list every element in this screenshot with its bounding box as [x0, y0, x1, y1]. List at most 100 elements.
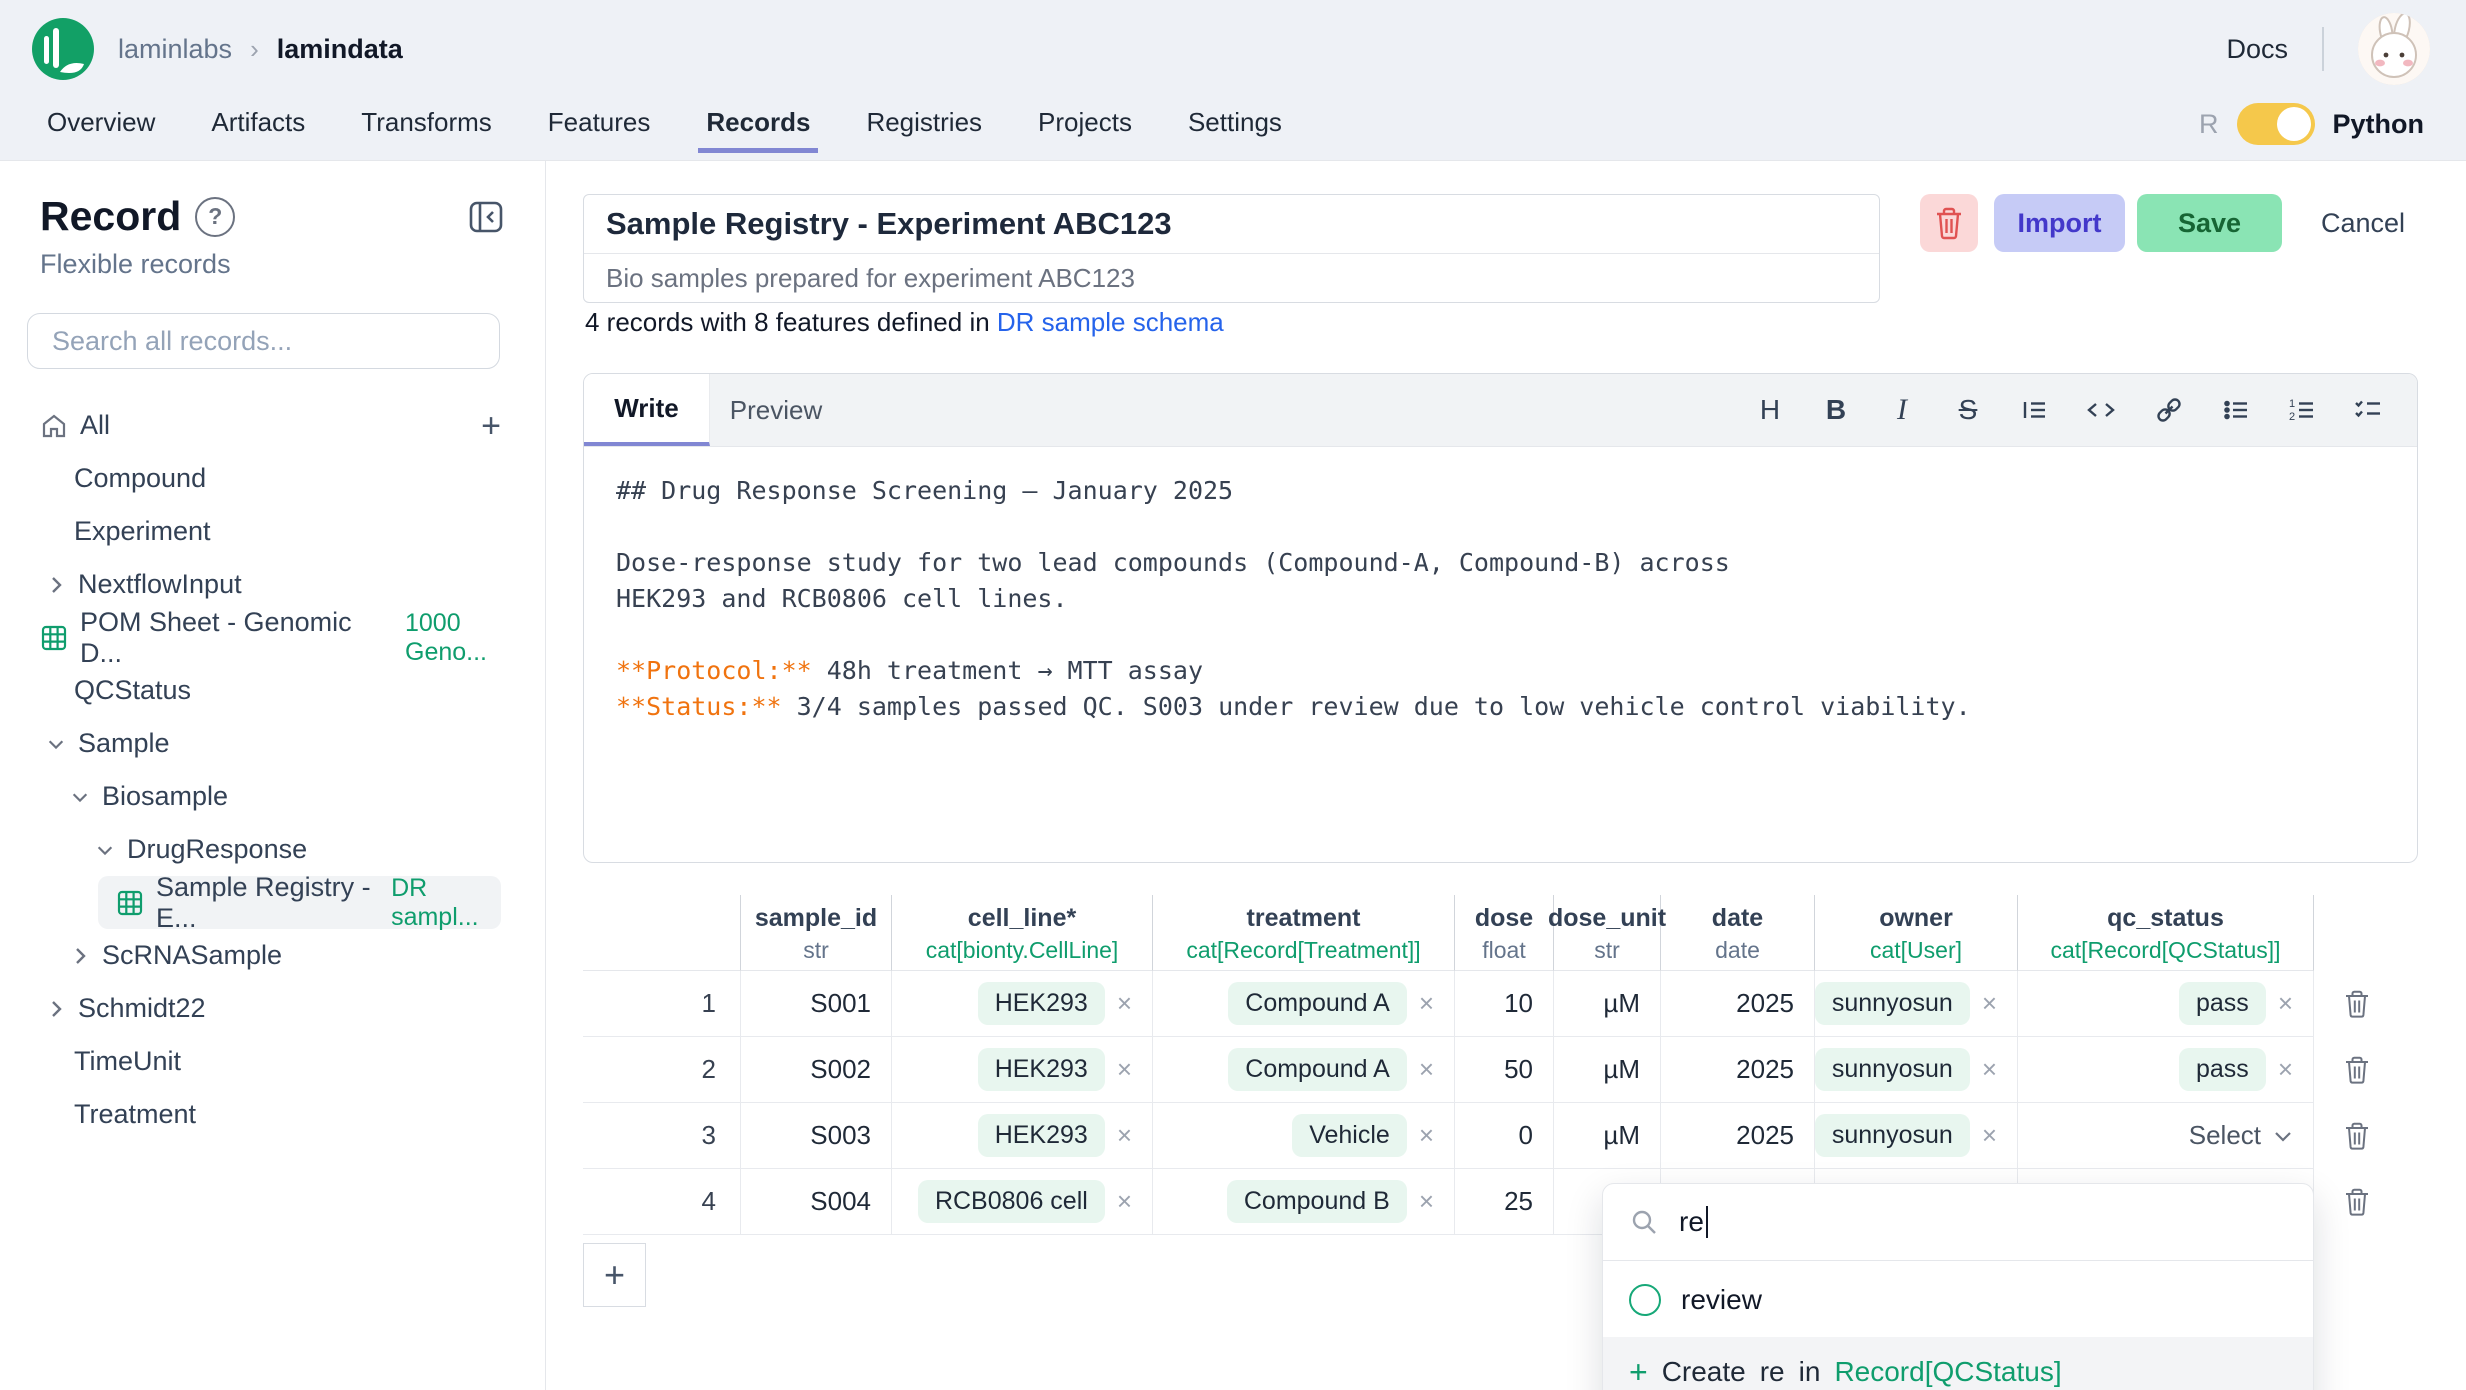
- value-chip[interactable]: HEK293: [978, 982, 1105, 1025]
- column-header-date[interactable]: datedate: [1661, 895, 1815, 971]
- cell-dose[interactable]: 10: [1455, 971, 1554, 1037]
- code-icon[interactable]: [2085, 395, 2117, 425]
- nav-tab-settings[interactable]: Settings: [1188, 107, 1282, 152]
- nav-tab-features[interactable]: Features: [548, 107, 651, 152]
- value-chip[interactable]: Compound A: [1228, 982, 1407, 1025]
- dropdown-search-query[interactable]: re: [1679, 1206, 1704, 1238]
- tree-item-biosample[interactable]: Biosample: [0, 770, 545, 823]
- remove-chip-icon[interactable]: ×: [1982, 1054, 1997, 1085]
- bullet-list-icon[interactable]: [2221, 395, 2251, 425]
- import-button[interactable]: Import: [1994, 194, 2125, 252]
- dropdown-search-row[interactable]: re: [1603, 1184, 2313, 1261]
- cell-dose[interactable]: 0: [1455, 1103, 1554, 1169]
- search-records-input[interactable]: [27, 313, 500, 369]
- value-chip[interactable]: HEK293: [978, 1048, 1105, 1091]
- lamin-logo-icon[interactable]: [30, 16, 96, 82]
- value-chip[interactable]: HEK293: [978, 1114, 1105, 1157]
- save-button[interactable]: Save: [2137, 194, 2282, 252]
- tree-item-schmidt22[interactable]: Schmidt22: [0, 982, 545, 1035]
- add-row-button[interactable]: +: [583, 1243, 646, 1307]
- value-chip[interactable]: sunnyosun: [1815, 1048, 1970, 1091]
- cell-cell-line[interactable]: RCB0806 cell×: [892, 1169, 1153, 1235]
- remove-chip-icon[interactable]: ×: [2278, 1054, 2293, 1085]
- remove-chip-icon[interactable]: ×: [2278, 988, 2293, 1019]
- value-chip[interactable]: RCB0806 cell: [918, 1180, 1105, 1223]
- value-chip[interactable]: sunnyosun: [1815, 982, 1970, 1025]
- cell-treatment[interactable]: Compound A ×: [1153, 971, 1455, 1037]
- chevron-down-icon[interactable]: [46, 736, 66, 752]
- nav-tab-records[interactable]: Records: [706, 107, 810, 152]
- bold-icon[interactable]: B: [1821, 394, 1851, 426]
- delete-row-button[interactable]: [2314, 1103, 2424, 1169]
- cell-sample-id[interactable]: S003: [741, 1103, 892, 1169]
- remove-chip-icon[interactable]: ×: [1117, 988, 1132, 1019]
- value-chip[interactable]: pass: [2179, 982, 2266, 1025]
- column-header-owner[interactable]: ownercat[User]: [1815, 895, 2018, 971]
- heading-icon[interactable]: H: [1755, 394, 1785, 426]
- remove-chip-icon[interactable]: ×: [1419, 1186, 1434, 1217]
- cell-qc-status-select[interactable]: Select: [2018, 1103, 2314, 1169]
- tree-item-all[interactable]: All +: [0, 399, 545, 452]
- tree-item-nextflowinput[interactable]: NextflowInput: [0, 558, 545, 611]
- italic-icon[interactable]: I: [1887, 393, 1917, 427]
- tree-item-compound[interactable]: Compound: [0, 452, 545, 505]
- cell-dose-unit[interactable]: µM: [1554, 1103, 1661, 1169]
- remove-chip-icon[interactable]: ×: [1419, 1054, 1434, 1085]
- r-python-toggle[interactable]: [2237, 103, 2315, 145]
- cell-owner[interactable]: sunnyosun×: [1815, 971, 2018, 1037]
- help-icon[interactable]: ?: [195, 197, 235, 237]
- nav-tab-artifacts[interactable]: Artifacts: [211, 107, 305, 152]
- tree-item-sample[interactable]: Sample: [0, 717, 545, 770]
- toggle-label-r[interactable]: R: [2199, 109, 2219, 140]
- cell-owner[interactable]: sunnyosun ×: [1815, 1037, 2018, 1103]
- chevron-right-icon[interactable]: [46, 574, 66, 596]
- column-header-sample-id[interactable]: sample_idstr: [741, 895, 892, 971]
- value-chip[interactable]: Compound B: [1227, 1180, 1407, 1223]
- cell-dose-unit[interactable]: µM: [1554, 1037, 1661, 1103]
- cell-sample-id[interactable]: S004: [741, 1169, 892, 1235]
- numbered-list-icon[interactable]: 12: [2287, 395, 2317, 425]
- record-description-field[interactable]: Bio samples prepared for experiment ABC1…: [584, 254, 1879, 302]
- cell-dose-unit[interactable]: µM: [1554, 971, 1661, 1037]
- column-header-dose-unit[interactable]: dose_unitstr: [1554, 895, 1661, 971]
- cell-owner[interactable]: sunnyosun ×: [1815, 1103, 2018, 1169]
- tree-item-qcstatus[interactable]: QCStatus: [0, 664, 545, 717]
- tree-item-sample-registry-selected[interactable]: Sample Registry - E... DR sampl...: [98, 876, 501, 929]
- remove-chip-icon[interactable]: ×: [1117, 1054, 1132, 1085]
- toggle-label-python[interactable]: Python: [2333, 109, 2425, 140]
- cancel-button[interactable]: Cancel: [2308, 194, 2418, 252]
- tab-preview[interactable]: Preview: [710, 374, 842, 446]
- chevron-right-icon[interactable]: [70, 945, 90, 967]
- cell-sample-id[interactable]: S001: [741, 971, 892, 1037]
- cell-treatment[interactable]: Compound A×: [1153, 1037, 1455, 1103]
- column-header-cell-line[interactable]: cell_line*cat[bionty.CellLine]: [892, 895, 1153, 971]
- record-title-field[interactable]: Sample Registry - Experiment ABC123: [584, 195, 1879, 254]
- delete-row-button[interactable]: [2314, 1037, 2424, 1103]
- tree-item-experiment[interactable]: Experiment: [0, 505, 545, 558]
- nav-tab-projects[interactable]: Projects: [1038, 107, 1132, 152]
- cell-treatment[interactable]: Compound B ×: [1153, 1169, 1455, 1235]
- tree-item-pom-sheet[interactable]: POM Sheet - Genomic D... 1000 Geno...: [0, 611, 545, 664]
- cell-cell-line[interactable]: HEK293×: [892, 1103, 1153, 1169]
- remove-chip-icon[interactable]: ×: [1419, 1120, 1434, 1151]
- remove-chip-icon[interactable]: ×: [1982, 1120, 1997, 1151]
- user-avatar[interactable]: [2358, 13, 2430, 85]
- cell-cell-line[interactable]: HEK293 ×: [892, 971, 1153, 1037]
- delete-record-button[interactable]: [1920, 194, 1978, 252]
- cell-qc-status[interactable]: pass ×: [2018, 1037, 2314, 1103]
- column-header-treatment[interactable]: treatmentcat[Record[Treatment]]: [1153, 895, 1455, 971]
- remove-chip-icon[interactable]: ×: [1419, 988, 1434, 1019]
- dropdown-option-review[interactable]: review: [1603, 1267, 2313, 1333]
- value-chip[interactable]: pass: [2179, 1048, 2266, 1091]
- tree-item-treatment[interactable]: Treatment: [0, 1088, 545, 1141]
- column-header-qc-status[interactable]: qc_statuscat[Record[QCStatus]]: [2018, 895, 2314, 971]
- value-chip[interactable]: sunnyosun: [1815, 1114, 1970, 1157]
- cell-sample-id[interactable]: S002: [741, 1037, 892, 1103]
- cell-date[interactable]: 2025: [1661, 1037, 1815, 1103]
- link-icon[interactable]: [2153, 394, 2185, 426]
- cell-date[interactable]: 2025: [1661, 971, 1815, 1037]
- strikethrough-icon[interactable]: S: [1953, 394, 1983, 426]
- blockquote-icon[interactable]: [2019, 395, 2049, 425]
- chevron-down-icon[interactable]: [70, 789, 90, 805]
- dropdown-create-option[interactable]: + Create re in Record[QCStatus]: [1603, 1337, 2313, 1390]
